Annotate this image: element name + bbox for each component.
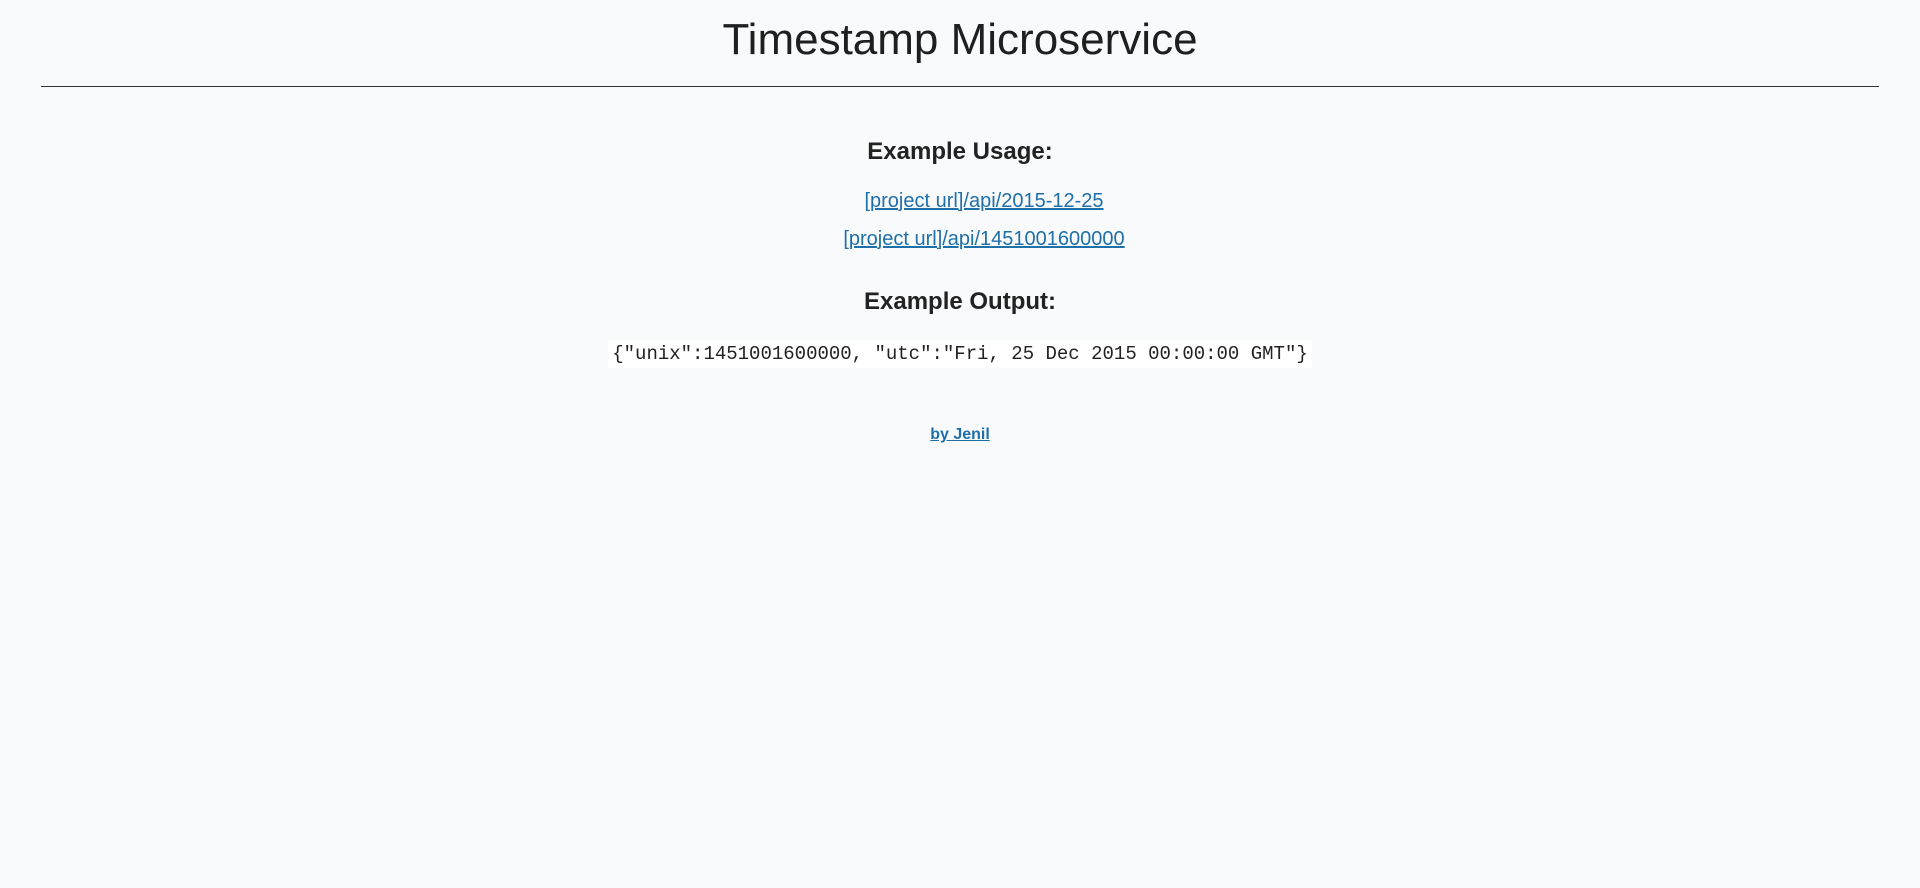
example-link-unix[interactable]: [project url]/api/1451001600000 [736, 220, 1184, 258]
footer: by Jenil [0, 368, 1920, 444]
main-content: Example Usage: [project url]/api/2015-12… [0, 130, 1920, 444]
example-usage-links: [project url]/api/2015-12-25 [project ur… [0, 182, 1920, 258]
example-usage-heading: Example Usage: [867, 138, 1053, 165]
page-title: Timestamp Microservice [722, 15, 1198, 64]
author-link[interactable]: by Jenil [930, 426, 990, 444]
page: Timestamp Microservice Example Usage: [p… [0, 0, 1920, 888]
header-divider [41, 86, 1879, 87]
example-output-heading: Example Output: [863, 288, 1056, 315]
example-output-block: {"unix":1451001600000, "utc":"Fri, 25 De… [0, 324, 1920, 368]
example-output-code: {"unix":1451001600000, "utc":"Fri, 25 De… [608, 340, 1312, 368]
example-link-date[interactable]: [project url]/api/2015-12-25 [736, 182, 1184, 220]
